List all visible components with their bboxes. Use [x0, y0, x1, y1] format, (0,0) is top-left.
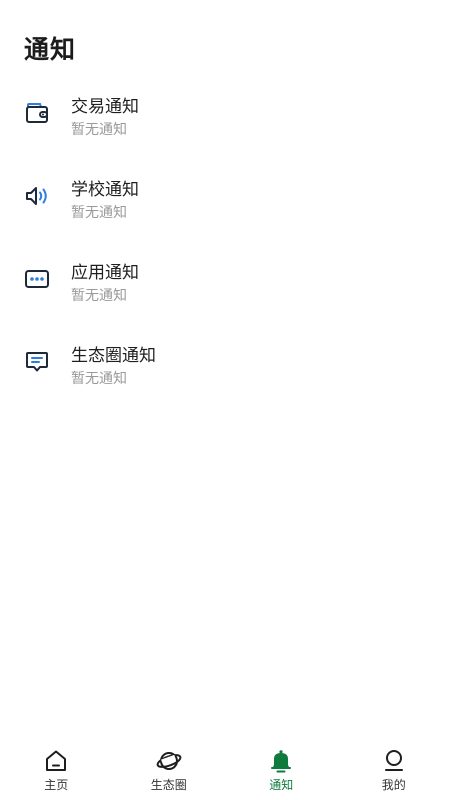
tab-label: 通知 — [269, 778, 294, 792]
notice-subtitle: 暂无通知 — [71, 205, 127, 221]
page-title: 通知 — [24, 35, 77, 64]
notice-title: 学校通知 — [71, 180, 139, 200]
notice-subtitle: 暂无通知 — [71, 122, 127, 138]
notice-item-trade[interactable]: 交易通知 暂无通知 — [0, 80, 450, 163]
notice-title: 生态圈通知 — [71, 346, 156, 366]
user-icon — [381, 748, 407, 774]
notice-title: 交易通知 — [71, 97, 139, 117]
tab-label: 生态圈 — [150, 778, 187, 792]
notice-subtitle: 暂无通知 — [71, 371, 127, 387]
notice-list: 交易通知 暂无通知 学校通知 暂无通知 应用通知 暂无通知 生态圈通知 暂无通知 — [0, 80, 450, 412]
tab-label: 主页 — [44, 778, 69, 792]
notice-title: 应用通知 — [71, 263, 139, 283]
bottom-tabbar: 主页 生态圈 通知 我的 — [0, 740, 450, 800]
tab-profile[interactable]: 我的 — [338, 740, 450, 800]
bell-icon — [268, 748, 294, 774]
tab-notifications[interactable]: 通知 — [225, 740, 338, 800]
home-icon — [43, 748, 69, 774]
notice-item-ecosystem[interactable]: 生态圈通知 暂无通知 — [0, 329, 450, 412]
notice-item-app[interactable]: 应用通知 暂无通知 — [0, 246, 450, 329]
tab-ecosystem[interactable]: 生态圈 — [113, 740, 226, 800]
notice-item-school[interactable]: 学校通知 暂无通知 — [0, 163, 450, 246]
wallet-icon — [24, 100, 50, 126]
notice-subtitle: 暂无通知 — [71, 288, 127, 304]
tab-home[interactable]: 主页 — [0, 740, 113, 800]
tab-label: 我的 — [381, 778, 406, 792]
app-dots-icon — [24, 266, 50, 292]
planet-icon — [156, 748, 182, 774]
speaker-icon — [24, 183, 50, 209]
message-icon — [24, 349, 50, 375]
